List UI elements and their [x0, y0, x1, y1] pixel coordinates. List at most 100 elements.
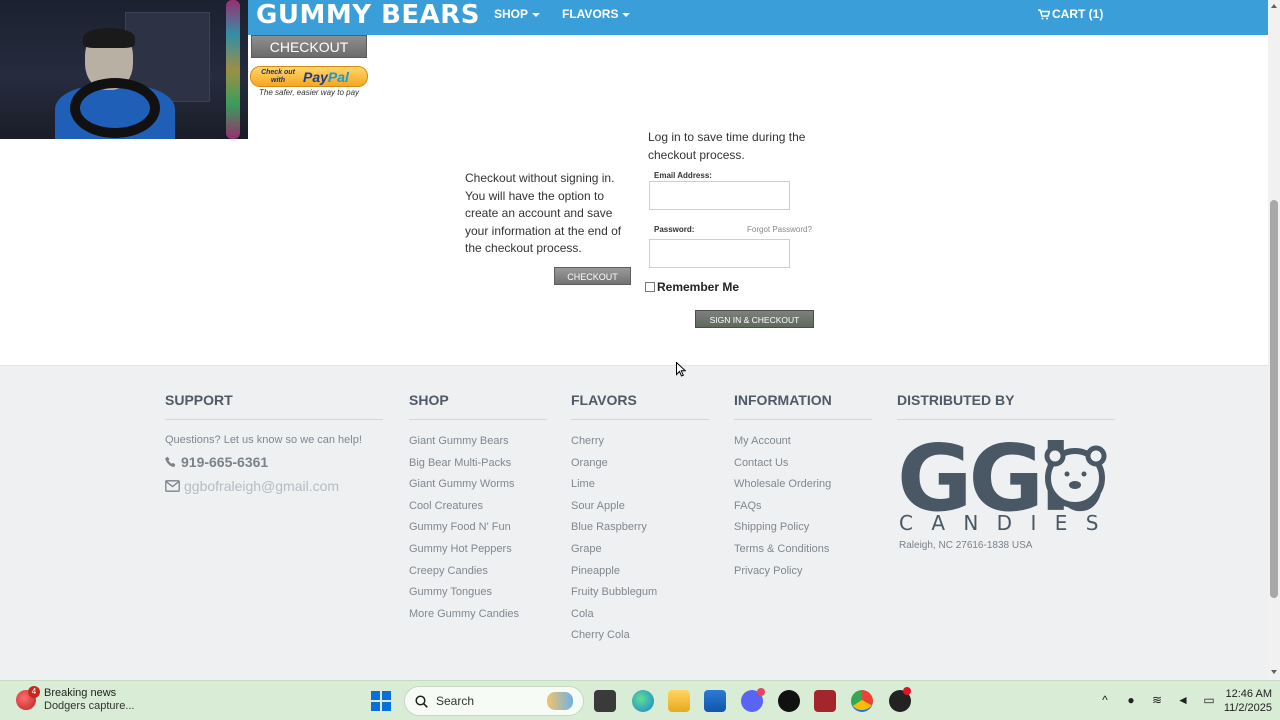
footer-info-link[interactable]: My Account — [734, 434, 872, 456]
microsoft-store-icon[interactable] — [704, 690, 726, 712]
login-intro-text: Log in to save time during the checkout … — [648, 130, 806, 162]
footer-shop-link[interactable]: Big Bear Multi-Packs — [409, 456, 547, 478]
footer-shop-heading: SHOP — [409, 392, 547, 420]
footer-info-link[interactable]: Terms & Conditions — [734, 542, 872, 564]
phone-icon — [165, 456, 176, 467]
news-icon: 4 — [16, 686, 40, 710]
footer-flavors-heading: FLAVORS — [571, 392, 709, 420]
webcam-overlay — [0, 0, 248, 139]
footer-distributed-column: DISTRIBUTED BY GGb C A N D I E S Raleigh… — [897, 392, 1115, 551]
paypal-tagline: The safer, easier way to pay — [259, 88, 360, 97]
footer-shop-link[interactable]: Creepy Candies — [409, 564, 547, 586]
scroll-down-arrow-icon[interactable] — [1271, 670, 1277, 674]
footer-information-heading: INFORMATION — [734, 392, 872, 420]
scrollbar-thumb[interactable] — [1270, 200, 1278, 598]
nav-shop[interactable]: SHOP — [494, 7, 541, 21]
windows-taskbar: 4 Breaking news Dodgers capture... Searc… — [0, 680, 1280, 720]
support-email-link[interactable]: ggbofraleigh@gmail.com — [165, 478, 383, 494]
footer-flavor-link[interactable]: Fruity Bubblegum — [571, 585, 709, 607]
news-title: Breaking news — [44, 687, 117, 699]
remember-me-label[interactable]: Remember Me — [657, 280, 739, 294]
taskbar-clock[interactable]: 12:46 AM 11/2/2025 — [1214, 687, 1272, 715]
nav-flavors[interactable]: FLAVORS — [562, 7, 631, 21]
support-phone-link[interactable]: 919-665-6361 — [165, 454, 383, 470]
password-label: Password: — [654, 225, 695, 234]
email-label: Email Address: — [654, 171, 712, 180]
footer-flavor-link[interactable]: Blue Raspberry — [571, 520, 709, 542]
chrome-icon[interactable] — [851, 690, 873, 712]
footer-shop-link[interactable]: Cool Creatures — [409, 499, 547, 521]
wifi-icon[interactable]: ≋ — [1150, 693, 1164, 707]
support-email-address: ggbofraleigh@gmail.com — [184, 478, 340, 494]
nav-flavors-label: FLAVORS — [562, 7, 619, 21]
footer-support-heading: SUPPORT — [165, 392, 383, 420]
paypal-logo-pal: Pal — [327, 69, 349, 85]
footer-flavor-link[interactable]: Orange — [571, 456, 709, 478]
paypal-logo: PayPal — [303, 69, 349, 85]
paypal-small-text: Check out with — [261, 69, 295, 84]
footer-flavor-link[interactable]: Cherry — [571, 434, 709, 456]
speaker-icon[interactable]: ◄ — [1176, 693, 1190, 707]
footer-shop-link[interactable]: More Gummy Candies — [409, 607, 547, 629]
footer-info-link[interactable]: Privacy Policy — [734, 564, 872, 586]
microphone-icon[interactable]: ● — [1124, 693, 1138, 707]
checkout-button-top[interactable]: CHECKOUT — [251, 35, 367, 58]
nav-cart[interactable]: CART (1) — [1038, 7, 1103, 21]
scroll-up-arrow-icon[interactable] — [1271, 4, 1277, 8]
obs-recording-badge — [903, 687, 911, 695]
footer-flavors-list: Cherry Orange Lime Sour Apple Blue Raspb… — [571, 434, 709, 650]
email-field[interactable] — [649, 181, 790, 210]
footer-flavor-link[interactable]: Cola — [571, 607, 709, 629]
footer-info-link[interactable]: Shipping Policy — [734, 520, 872, 542]
file-explorer-icon[interactable] — [668, 690, 690, 712]
password-field[interactable] — [649, 239, 790, 268]
file-manager-app-icon[interactable] — [594, 690, 616, 712]
windows-start-icon[interactable] — [371, 691, 391, 711]
clock-time: 12:46 AM — [1225, 688, 1272, 700]
nav-cart-label: CART (1) — [1052, 7, 1104, 21]
footer-info-link[interactable]: Wholesale Ordering — [734, 477, 872, 499]
webcam-steering-wheel — [70, 78, 160, 138]
chevron-up-icon[interactable]: ^ — [1098, 693, 1112, 707]
footer-info-link[interactable]: FAQs — [734, 499, 872, 521]
guest-checkout-button[interactable]: CHECKOUT — [554, 267, 631, 285]
footer-shop-link[interactable]: Giant Gummy Worms — [409, 477, 547, 499]
footer-info-link[interactable]: Contact Us — [734, 456, 872, 478]
news-widget[interactable]: 4 Breaking news Dodgers capture... — [16, 686, 135, 713]
footer-flavor-link[interactable]: Lime — [571, 477, 709, 499]
footer-shop-column: SHOP Giant Gummy Bears Big Bear Multi-Pa… — [409, 392, 547, 628]
edge-browser-icon[interactable] — [632, 690, 654, 712]
remember-me-checkbox[interactable] — [645, 282, 655, 292]
footer-flavor-link[interactable]: Pineapple — [571, 564, 709, 586]
discord-notification-badge — [757, 688, 765, 696]
paypal-checkout-button[interactable]: Check out with PayPal — [250, 66, 368, 87]
footer-shop-link[interactable]: Gummy Tongues — [409, 585, 547, 607]
footer-flavor-link[interactable]: Sour Apple — [571, 499, 709, 521]
brand-logo[interactable]: GUMMY BEARS — [256, 0, 480, 30]
webcam-led-lights — [226, 0, 240, 139]
sign-in-checkout-button[interactable]: SIGN IN & CHECKOUT — [695, 310, 814, 328]
forgot-password-link[interactable]: Forgot Password? — [747, 225, 812, 234]
support-question: Questions? Let us know so we can help! — [165, 434, 362, 446]
search-highlight-icon — [547, 692, 573, 710]
app-box-icon[interactable] — [814, 690, 836, 712]
news-subtitle: Dodgers capture... — [44, 700, 135, 712]
news-badge: 4 — [28, 686, 40, 698]
footer-shop-link[interactable]: Giant Gummy Bears — [409, 434, 547, 456]
footer-shop-list: Giant Gummy Bears Big Bear Multi-Packs G… — [409, 434, 547, 628]
footer-shop-link[interactable]: Gummy Hot Peppers — [409, 542, 547, 564]
ggb-candies-logo: GGb C A N D I E S — [897, 425, 1115, 535]
footer-flavors-column: FLAVORS Cherry Orange Lime Sour Apple Bl… — [571, 392, 709, 650]
footer-flavor-link[interactable]: Cherry Cola — [571, 628, 709, 650]
webcam-person-hair — [83, 28, 135, 48]
ggb-logo-sub: C A N D I E S — [899, 511, 1104, 532]
capcut-icon[interactable] — [778, 690, 800, 712]
taskbar-search[interactable]: Search — [404, 686, 584, 716]
page-scrollbar[interactable] — [1268, 0, 1280, 680]
distributor-address: Raleigh, NC 27616-1838 USA — [899, 540, 1033, 551]
guest-checkout-text: Checkout without signing in. You will ha… — [465, 171, 622, 255]
footer-shop-link[interactable]: Gummy Food N' Fun — [409, 520, 547, 542]
paypal-logo-pay: Pay — [303, 69, 328, 85]
footer-flavor-link[interactable]: Grape — [571, 542, 709, 564]
remember-me-row: Remember Me — [645, 280, 739, 294]
